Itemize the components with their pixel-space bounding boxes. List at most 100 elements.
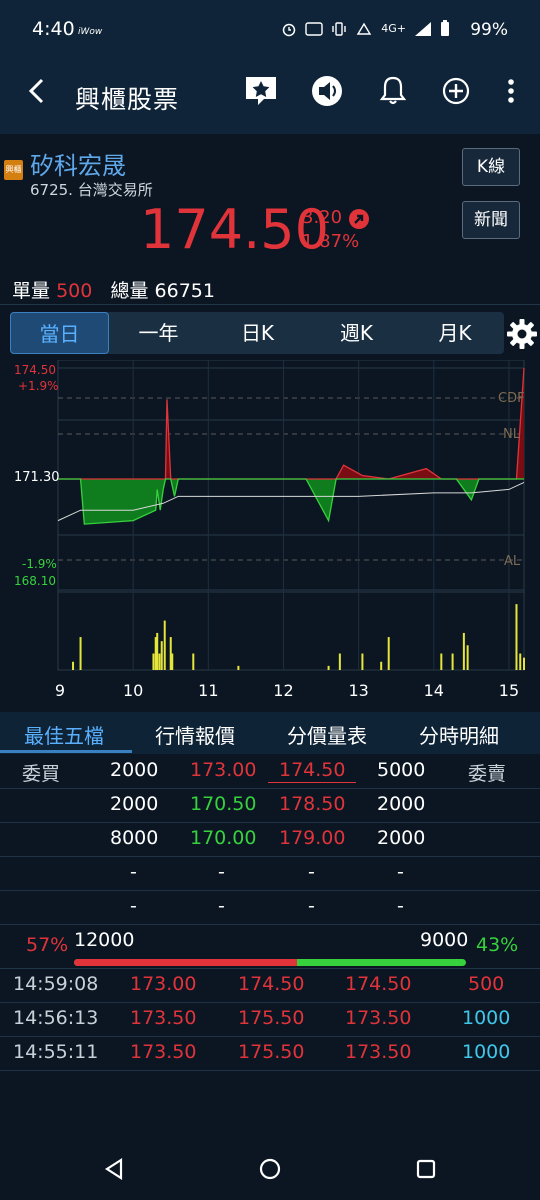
order-book-row: 委買 2000 173.00 174.50 5000 委賣 [0, 755, 540, 789]
volume-bar [171, 653, 174, 670]
bid-ask-ratio-bar [74, 959, 466, 966]
vibrate-icon [332, 21, 346, 36]
tick-price: 173.50 [345, 1041, 412, 1063]
tab-intraday[interactable]: 當日 [10, 312, 109, 354]
detail-tabs: 最佳五檔 行情報價 分價量表 分時明細 [0, 712, 540, 754]
tick-row: 14:56:13 173.50 175.50 173.50 1000 [0, 1003, 540, 1037]
x-axis-labels: 9 10 11 12 13 14 15 [55, 681, 519, 700]
tab-tick-detail[interactable]: 分時明細 [419, 720, 499, 749]
more-vert-icon[interactable] [492, 72, 530, 110]
tick-bid: 173.00 [130, 973, 197, 995]
intraday-chart[interactable]: 174.50 +1.9% 171.30 -1.9% 168.10 CDF NL … [0, 360, 540, 706]
favorite-star-icon[interactable] [242, 72, 280, 110]
order-book-row: - - - - [0, 857, 540, 891]
unit-volume-value: 500 [56, 280, 93, 302]
bid-price: 170.50 [190, 793, 257, 815]
volume-bar [440, 653, 443, 670]
bid-label: 委買 [22, 763, 61, 785]
tab-one-year[interactable]: 一年 [109, 312, 208, 354]
y-label-low-pct: -1.9% [22, 557, 57, 571]
bid-total: 12000 [74, 929, 135, 951]
chart-labels: 174.50 +1.9% 171.30 -1.9% 168.10 CDF NL … [14, 363, 525, 588]
volume-bar [152, 653, 155, 670]
kline-button[interactable]: K線 [462, 148, 520, 186]
price-change-pct: 1.87% [302, 231, 360, 252]
x-tick-label: 10 [123, 681, 143, 700]
add-circle-icon[interactable] [437, 72, 475, 110]
bid-price: - [218, 895, 225, 917]
back-icon[interactable] [22, 74, 52, 108]
volume-bar [327, 665, 330, 670]
x-tick-label: 14 [424, 681, 444, 700]
tick-time: 14:59:08 [13, 973, 99, 995]
tick-volume: 1000 [462, 1041, 511, 1063]
tick-time: 14:55:11 [13, 1041, 99, 1063]
network-type: 4G+ [381, 22, 406, 35]
nav-recents-icon[interactable] [416, 1159, 436, 1179]
app-bar: 興櫃股票 [0, 60, 540, 134]
volte-icon [357, 22, 372, 35]
ask-volume: - [397, 895, 404, 917]
tick-volume: 500 [468, 973, 505, 995]
bid-volume: - [130, 861, 137, 883]
volume-bar [380, 661, 383, 670]
tab-price-volume[interactable]: 分價量表 [287, 720, 367, 749]
ask-total: 9000 [420, 929, 469, 951]
ref-line-label-nl: NL [503, 427, 521, 442]
tab-best-five[interactable]: 最佳五檔 [24, 720, 104, 749]
volume-bar [361, 653, 364, 670]
current-price: 174.50 [140, 198, 329, 261]
bid-price: - [218, 861, 225, 883]
tab-weekly-k[interactable]: 週K [307, 312, 406, 354]
tick-time: 14:56:13 [13, 1007, 99, 1029]
ask-label: 委賣 [468, 763, 507, 785]
news-button[interactable]: 新聞 [462, 201, 520, 239]
x-tick-label: 15 [499, 681, 519, 700]
tab-quote-info[interactable]: 行情報價 [155, 720, 235, 749]
y-label-ref-price: 171.30 [14, 470, 60, 485]
bell-icon[interactable] [374, 72, 412, 110]
ask-price: - [308, 861, 315, 883]
tab-daily-k[interactable]: 日K [208, 312, 307, 354]
volume-bar [160, 641, 163, 670]
tick-volume: 1000 [462, 1007, 511, 1029]
nav-back-icon[interactable] [104, 1158, 124, 1180]
price-change: 3.20 [302, 207, 343, 228]
price-line-up [58, 367, 525, 480]
gear-icon[interactable] [506, 318, 538, 350]
bid-volume: 2000 [110, 759, 159, 781]
tick-price: 173.50 [345, 1007, 412, 1029]
tick-ask: 174.50 [238, 973, 305, 995]
unit-volume-label: 單量 [12, 280, 51, 302]
tick-bid: 173.50 [130, 1041, 197, 1063]
x-tick-label: 9 [55, 681, 65, 700]
volume-bars [72, 604, 525, 670]
ask-volume: 2000 [377, 793, 426, 815]
speaker-icon[interactable] [308, 72, 346, 110]
volume-bar [163, 620, 166, 670]
nav-home-icon[interactable] [259, 1158, 281, 1180]
y-label-high-pct: +1.9% [18, 379, 59, 393]
status-icons: 4G+ [281, 20, 450, 37]
bid-ratio-fill [74, 959, 298, 966]
ref-line-label-cdf: CDF [498, 391, 525, 406]
order-book-row: 2000 170.50 178.50 2000 [0, 789, 540, 823]
tab-monthly-k[interactable]: 月K [406, 312, 504, 354]
alarm-icon [283, 23, 296, 36]
bid-ratio-pct: 57% [26, 934, 69, 956]
active-tab-indicator [0, 750, 132, 753]
bid-volume: - [130, 895, 137, 917]
tick-row: 14:55:11 173.50 175.50 173.50 1000 [0, 1037, 540, 1071]
volume-bar [515, 604, 518, 670]
volume-bar [237, 665, 240, 670]
ask-volume: 5000 [377, 759, 426, 781]
order-book-row: 8000 170.00 179.00 2000 [0, 823, 540, 857]
volume-bar [338, 653, 341, 670]
volume-bar [466, 645, 469, 670]
total-volume-value: 66751 [154, 280, 215, 302]
last-trade-marker [268, 782, 356, 783]
tick-bid: 173.50 [130, 1007, 197, 1029]
up-arrow-icon [349, 209, 369, 229]
volume-bar [158, 653, 161, 670]
volume-bar [523, 657, 525, 670]
